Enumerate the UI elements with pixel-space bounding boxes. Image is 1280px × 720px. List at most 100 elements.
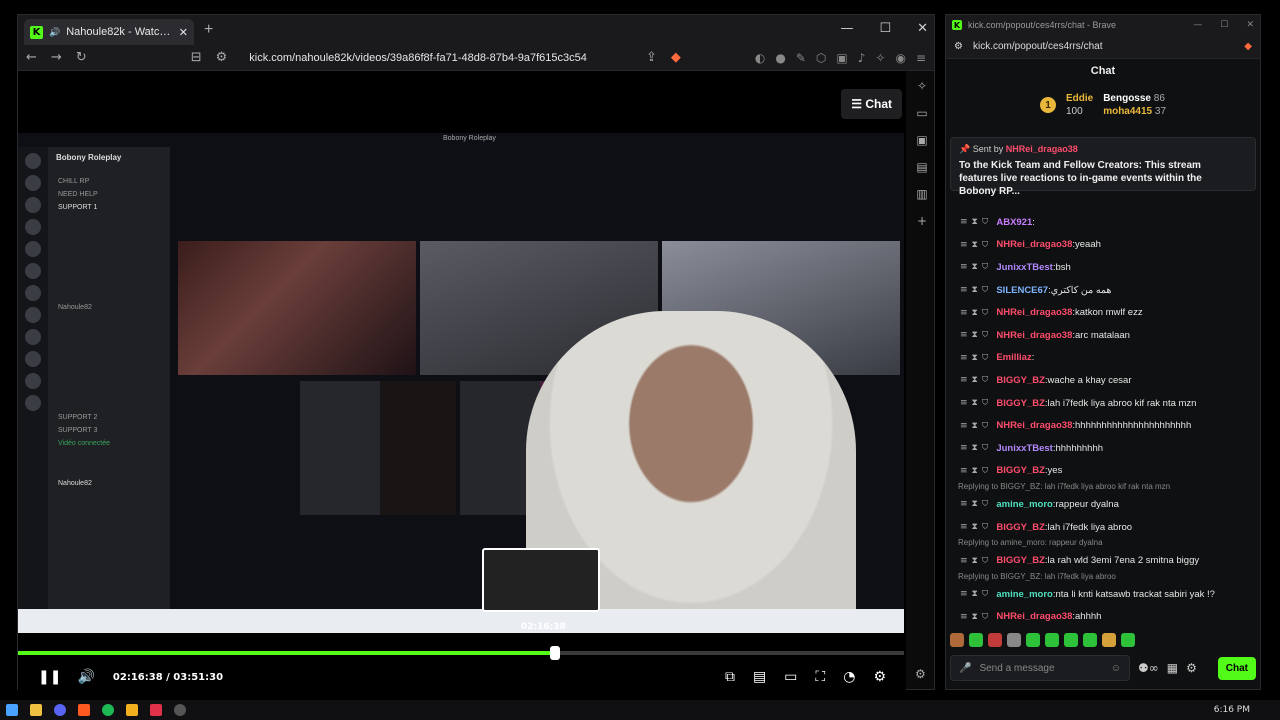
chat-message[interactable]: ≡⧗⛉ SILENCE67: همه من كاكتري xyxy=(946,279,1260,302)
spotify-icon[interactable] xyxy=(102,704,114,716)
close-icon[interactable]: ✕ xyxy=(1246,20,1254,30)
chat-username[interactable]: SILENCE67 xyxy=(996,285,1048,296)
sidebar-tab-icon[interactable]: ▭ xyxy=(916,106,927,120)
chat-username[interactable]: ABX921 xyxy=(996,217,1032,228)
message-input[interactable]: 🎤 Send a message ☺ xyxy=(950,655,1130,681)
brave-icon[interactable] xyxy=(78,704,90,716)
sidebar-ai-icon[interactable]: ✧ xyxy=(917,79,927,93)
chat-username[interactable]: BIGGY_BZ xyxy=(996,465,1045,476)
emote-icon[interactable] xyxy=(1026,633,1040,647)
sidebar-wallet-icon[interactable]: ▣ xyxy=(916,133,927,147)
chat-url[interactable]: kick.com/popout/ces4rrs/chat xyxy=(973,41,1234,52)
emote-icon[interactable] xyxy=(1083,633,1097,647)
chat-message[interactable]: ≡⧗⛉ NHRei_dragao38: arc matalaan xyxy=(946,324,1260,347)
file-explorer-icon[interactable] xyxy=(30,704,42,716)
chat-message[interactable]: ≡⧗⛉ NHRei_dragao38: ahhhh xyxy=(946,606,1260,629)
app-icon[interactable] xyxy=(150,704,162,716)
chat-message[interactable]: ≡⧗⛉ BIGGY_BZ: lah i7fedk liya abroo xyxy=(946,516,1260,539)
settings-icon[interactable]: ⚙ xyxy=(873,669,886,685)
menu-icon[interactable]: ≡ xyxy=(916,51,926,65)
extension-icon[interactable]: ▣ xyxy=(836,51,847,65)
reply-context[interactable]: Replying to BIGGY_BZ: lah i7fedk liya ab… xyxy=(946,482,1260,493)
sidebar-settings-icon[interactable]: ⚙ xyxy=(915,667,926,681)
chat-message[interactable]: ≡⧗⛉ BIGGY_BZ: wache a khay cesar xyxy=(946,369,1260,392)
chat-message[interactable]: ≡⧗⛉ amine_moro: rappeur dyalna xyxy=(946,493,1260,516)
theater-icon[interactable]: ▭ xyxy=(784,669,797,685)
sidebar-bookmarks-icon[interactable]: ▤ xyxy=(916,160,927,174)
browser-tab[interactable]: K 🔊 Nahoule82k - Watch the VOD ✕ xyxy=(24,19,194,45)
chat-username[interactable]: BIGGY_BZ xyxy=(996,522,1045,533)
progress-handle[interactable] xyxy=(550,646,561,660)
volume-icon[interactable]: 🔊 xyxy=(77,669,94,685)
site-settings-icon[interactable]: ⚙ xyxy=(954,41,963,52)
sidebar-add-icon[interactable]: + xyxy=(917,214,927,228)
emote-icon[interactable] xyxy=(1007,633,1021,647)
minimize-icon[interactable]: — xyxy=(1193,20,1202,30)
sidebar-reading-icon[interactable]: ▥ xyxy=(916,187,927,201)
chat-username[interactable]: Emilliaz xyxy=(996,352,1031,363)
emote-icon[interactable] xyxy=(969,633,983,647)
chat-username[interactable]: JunixxTBest xyxy=(996,262,1053,273)
chat-settings-icon[interactable]: ⚙ xyxy=(1186,661,1197,675)
close-tab-icon[interactable]: ✕ xyxy=(179,26,188,39)
back-icon[interactable]: ← xyxy=(26,50,37,65)
windows-start-icon[interactable] xyxy=(6,704,18,716)
chat-username[interactable]: NHRei_dragao38 xyxy=(996,239,1072,250)
chat-message[interactable]: ≡⧗⛉ JunixxTBest: hhhhhhhhh xyxy=(946,437,1260,460)
chat-message[interactable]: ≡⧗⛉ ABX921: xyxy=(946,211,1260,234)
emote-icon[interactable] xyxy=(1064,633,1078,647)
brave-shield-icon[interactable]: ◆ xyxy=(1244,41,1252,52)
chat-toggle-button[interactable]: ☰ Chat xyxy=(841,89,902,119)
share-icon[interactable]: ⇪ xyxy=(646,50,657,65)
chat-message[interactable]: ≡⧗⛉ NHRei_dragao38: katkon mwlf ezz xyxy=(946,301,1260,324)
reply-context[interactable]: Replying to BIGGY_BZ: lah i7fedk liya ab… xyxy=(946,572,1260,583)
chat-username[interactable]: BIGGY_BZ xyxy=(996,375,1045,386)
chat-username[interactable]: NHRei_dragao38 xyxy=(996,307,1072,318)
chat-username[interactable]: JunixxTBest xyxy=(996,443,1053,454)
miniplayer-icon[interactable]: ⧉ xyxy=(725,669,735,685)
extension-icon[interactable]: ● xyxy=(775,51,785,65)
channel-points-icon[interactable]: ⚉∞ xyxy=(1138,661,1159,675)
chat-message[interactable]: ≡⧗⛉ amine_moro: nta li knti katsawb track… xyxy=(946,583,1260,606)
reply-context[interactable]: Replying to amine_moro: rappeur dyalna xyxy=(946,538,1260,549)
obs-icon[interactable] xyxy=(174,704,186,716)
microphone-icon[interactable]: 🎤 xyxy=(959,663,971,674)
chat-message[interactable]: ≡⧗⛉ NHRei_dragao38: hhhhhhhhhhhhhhhhhhhhh… xyxy=(946,414,1260,437)
new-tab-button[interactable]: + xyxy=(204,21,213,39)
emoji-icon[interactable]: ☺ xyxy=(1111,663,1121,674)
chat-message[interactable]: ≡⧗⛉ NHRei_dragao38: yeaah xyxy=(946,234,1260,257)
puzzle-icon[interactable]: ✧ xyxy=(875,51,885,65)
chat-message[interactable]: ≡⧗⛉ BIGGY_BZ: la rah wld 3emi 7ena 2 smit… xyxy=(946,549,1260,572)
wallet-icon[interactable]: ◉ xyxy=(895,51,905,65)
chat-username[interactable]: BIGGY_BZ xyxy=(996,555,1045,566)
pinned-author[interactable]: NHRei_dragao38 xyxy=(1006,144,1078,154)
emote-icon[interactable] xyxy=(988,633,1002,647)
reload-icon[interactable]: ↻ xyxy=(76,50,87,65)
chat-username[interactable]: BIGGY_BZ xyxy=(996,398,1045,409)
video-player[interactable]: ☰ Chat Bobony Roleplay Bobony Roleplay C… xyxy=(18,71,906,691)
url-field[interactable]: kick.com/nahoule82k/videos/39a86f8f-fa71… xyxy=(249,52,632,64)
leader-name[interactable]: Eddie xyxy=(1066,93,1093,104)
brave-shield-icon[interactable]: ◆ xyxy=(671,50,681,65)
site-settings-icon[interactable]: ⚙ xyxy=(216,50,228,65)
leader-name[interactable]: Bengosse xyxy=(1103,93,1151,104)
chat-username[interactable]: NHRei_dragao38 xyxy=(996,420,1072,431)
send-chat-button[interactable]: Chat xyxy=(1217,656,1256,680)
chat-username[interactable]: NHRei_dragao38 xyxy=(996,611,1072,622)
extension-icon[interactable]: ✎ xyxy=(796,51,806,65)
chat-message[interactable]: ≡⧗⛉ JunixxTBest: bsh xyxy=(946,256,1260,279)
chat-message[interactable]: ≡⧗⛉ Emilliaz: xyxy=(946,347,1260,370)
chat-message[interactable]: ≡⧗⛉ BIGGY_BZ: lah i7fedk liya abroo kif r… xyxy=(946,392,1260,415)
maximize-icon[interactable]: ☐ xyxy=(1220,20,1228,30)
emote-icon[interactable] xyxy=(1045,633,1059,647)
forward-icon[interactable]: → xyxy=(51,50,62,65)
minimize-icon[interactable]: — xyxy=(840,21,853,36)
pause-icon[interactable]: ❚❚ xyxy=(38,669,61,685)
clip-icon[interactable]: ▤ xyxy=(753,669,766,685)
bookmark-icon[interactable]: ⊟ xyxy=(191,50,202,65)
fullscreen-icon[interactable]: ⛶ xyxy=(815,669,825,685)
leader-name[interactable]: moha4415 xyxy=(1103,106,1152,117)
extension-icon[interactable]: ⬡ xyxy=(816,51,826,65)
maximize-icon[interactable]: ☐ xyxy=(879,21,891,36)
app-icon[interactable] xyxy=(126,704,138,716)
